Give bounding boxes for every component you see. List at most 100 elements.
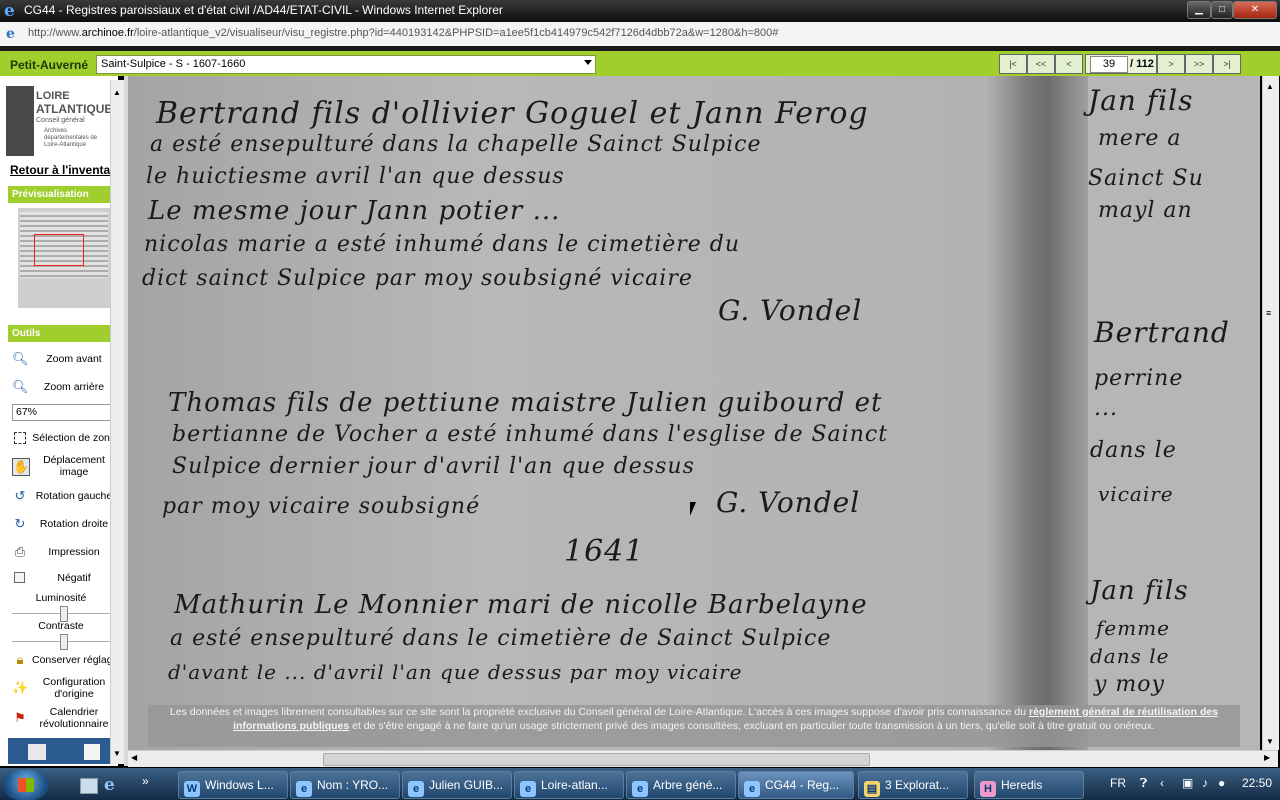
viewer-horizontal-scrollbar[interactable]: ◀ ▶	[128, 750, 1278, 767]
minimize-button[interactable]: ▁	[1187, 1, 1211, 19]
maximize-button[interactable]: □	[1211, 1, 1233, 19]
rotate-right-button[interactable]: ↻ Rotation droite	[8, 512, 114, 538]
folder-icon: ▤	[864, 781, 880, 797]
default-config-button[interactable]: ✨ Configuration d'origine	[8, 676, 114, 704]
chevron-down-icon[interactable]: ▼	[113, 749, 121, 758]
printer-icon: ⎙	[14, 544, 26, 559]
horizontal-scroll-thumb[interactable]	[323, 753, 870, 766]
zoom-in-label: Zoom avant	[46, 353, 102, 365]
taskbar-item[interactable]: W Windows L...	[178, 771, 288, 799]
commune-name: Petit-Auverné	[10, 58, 89, 72]
taskbar-item[interactable]: e Nom : YRO...	[290, 771, 400, 799]
negative-checkbox[interactable]	[14, 572, 25, 583]
viewer-vertical-scrollbar[interactable]: ▲ ≡ ▼	[1262, 76, 1279, 750]
sidebar-scrollbar[interactable]: ▲ ▼	[110, 80, 125, 764]
close-button[interactable]: ✕	[1233, 1, 1277, 19]
handwriting-line: vicaire	[1098, 482, 1174, 506]
handwriting-line: Jan fils	[1088, 84, 1194, 117]
taskbar-item[interactable]: ▤ 3 Explorat...	[858, 771, 968, 799]
quicklaunch-expand-icon[interactable]: »	[142, 774, 149, 788]
address-bar[interactable]: e http://www.archinoe.fr/loire-atlantiqu…	[0, 22, 1280, 47]
selection-icon	[14, 432, 26, 444]
preview-thumbnail[interactable]	[18, 208, 110, 308]
prev-page-button[interactable]: <	[1055, 54, 1083, 74]
pan-button[interactable]: ✋ Déplacement image	[8, 454, 114, 484]
default-config-label: Configuration d'origine	[42, 676, 106, 700]
page-gutter	[988, 76, 1088, 750]
zoom-in-button[interactable]: 🔍︎ Zoom avant	[8, 347, 114, 373]
logo-line2: ATLANTIQUE	[36, 102, 113, 116]
chevron-up-icon[interactable]: ▲	[113, 88, 121, 97]
chevron-left-icon[interactable]: ‹	[1160, 776, 1164, 790]
next-block-button[interactable]: >>	[1185, 54, 1213, 74]
preview-header: Prévisualisation	[8, 186, 110, 203]
register-image-viewer[interactable]: Bertrand fils d'ollivier Goguel et Jann …	[128, 76, 1260, 750]
save-icon[interactable]	[28, 744, 46, 760]
volume-icon[interactable]: ♪	[1202, 776, 1208, 790]
register-select[interactable]: Saint-Sulpice - S - 1607-1660	[96, 55, 596, 74]
back-to-inventory-link[interactable]: Retour à l'inventaire	[10, 163, 110, 177]
rotate-left-button[interactable]: ↺ Rotation gauche	[8, 484, 114, 510]
ie-icon: e	[408, 781, 424, 797]
prev-block-button[interactable]: <<	[1027, 54, 1055, 74]
ie-quicklaunch-icon[interactable]: e	[104, 775, 122, 795]
taskbar-item-label: Windows L...	[205, 778, 274, 792]
zoom-level-select[interactable]: 67%	[12, 404, 112, 421]
handwriting-line: Bertrand fils d'ollivier Goguel et Jann …	[156, 96, 869, 131]
chevron-left-icon[interactable]: ◀	[131, 753, 137, 762]
negative-toggle[interactable]: Négatif	[8, 566, 114, 592]
grip-icon[interactable]: ≡	[1266, 308, 1276, 318]
tray-app-icon[interactable]: ●	[1218, 776, 1225, 790]
language-indicator[interactable]: FR	[1110, 776, 1126, 790]
zoom-out-button[interactable]: 🔍︎ Zoom arrière	[8, 375, 114, 401]
negative-label: Négatif	[57, 572, 91, 584]
viewer-header: Petit-Auverné Saint-Sulpice - S - 1607-1…	[0, 51, 1280, 76]
next-page-button[interactable]: >	[1157, 54, 1185, 74]
print-button[interactable]: ⎙ Impression	[8, 540, 114, 566]
cg44-logo: LOIRE ATLANTIQUE Conseil général Archive…	[4, 84, 112, 158]
lock-icon: 🔒︎	[16, 652, 24, 667]
tools-header: Outils	[8, 325, 110, 342]
handwriting-line: Le mesme jour Jann potier ...	[148, 196, 561, 226]
zone-select-button[interactable]: Sélection de zone	[8, 426, 116, 452]
help-icon[interactable]: ❓︎	[1140, 776, 1147, 791]
taskbar-item[interactable]: e Arbre géné...	[626, 771, 736, 799]
legal-text-2: et de s'être engagé à ne faire qu'un usa…	[349, 720, 1155, 732]
page-indicator: 39 / 112	[1085, 54, 1157, 74]
chevron-up-icon[interactable]: ▲	[1266, 82, 1274, 91]
handwriting-line: nicolas marie a esté inhumé dans le cime…	[144, 232, 741, 257]
page-number-input[interactable]: 39	[1090, 56, 1128, 73]
keep-settings-button[interactable]: 🔒︎ Conserver réglages	[8, 648, 116, 674]
register-select-value: Saint-Sulpice - S - 1607-1660	[101, 58, 246, 70]
handwriting-line: bertianne de Vocher a esté inhumé dans l…	[172, 422, 889, 447]
chevron-down-icon	[584, 60, 592, 65]
ie-icon: e	[632, 781, 648, 797]
mouse-cursor-icon	[690, 502, 696, 516]
handwriting-line: Mathurin Le Monnier mari de nicolle Barb…	[174, 590, 868, 620]
taskbar-item-label: Julien GUIB...	[429, 778, 504, 792]
signature: G. Vondel	[716, 486, 861, 519]
handwriting-line: mere a	[1098, 126, 1182, 151]
viewport-rectangle[interactable]	[34, 234, 84, 266]
clock[interactable]: 22:50	[1242, 776, 1272, 790]
taskbar-item[interactable]: H Heredis	[974, 771, 1084, 799]
window-icon: W	[184, 781, 200, 797]
calendar-button[interactable]: ⚑ Calendrier révolutionnaire	[8, 706, 114, 734]
last-page-button[interactable]: >|	[1213, 54, 1241, 74]
chevron-right-icon[interactable]: ▶	[1264, 753, 1270, 762]
chevron-down-icon[interactable]: ▼	[1266, 737, 1274, 746]
taskbar-item-active[interactable]: e CG44 - Reg...	[738, 771, 854, 799]
url-text[interactable]: http://www.archinoe.fr/loire-atlantique_…	[28, 27, 778, 39]
calendar-label: Calendrier révolutionnaire	[39, 706, 109, 730]
network-icon[interactable]: ▣	[1182, 776, 1193, 790]
handwriting-line: d'avant le ... d'avril l'an que dessus p…	[168, 660, 743, 684]
taskbar-item[interactable]: e Julien GUIB...	[402, 771, 512, 799]
ie-logo-icon: e	[4, 1, 15, 21]
show-desktop-icon[interactable]	[80, 778, 98, 794]
first-page-button[interactable]: |<	[999, 54, 1027, 74]
start-button[interactable]	[4, 770, 48, 800]
rotate-left-icon: ↺	[14, 488, 26, 503]
taskbar-item[interactable]: e Loire-atlan...	[514, 771, 624, 799]
document-icon[interactable]	[84, 744, 100, 760]
page-icon: e	[6, 26, 15, 42]
